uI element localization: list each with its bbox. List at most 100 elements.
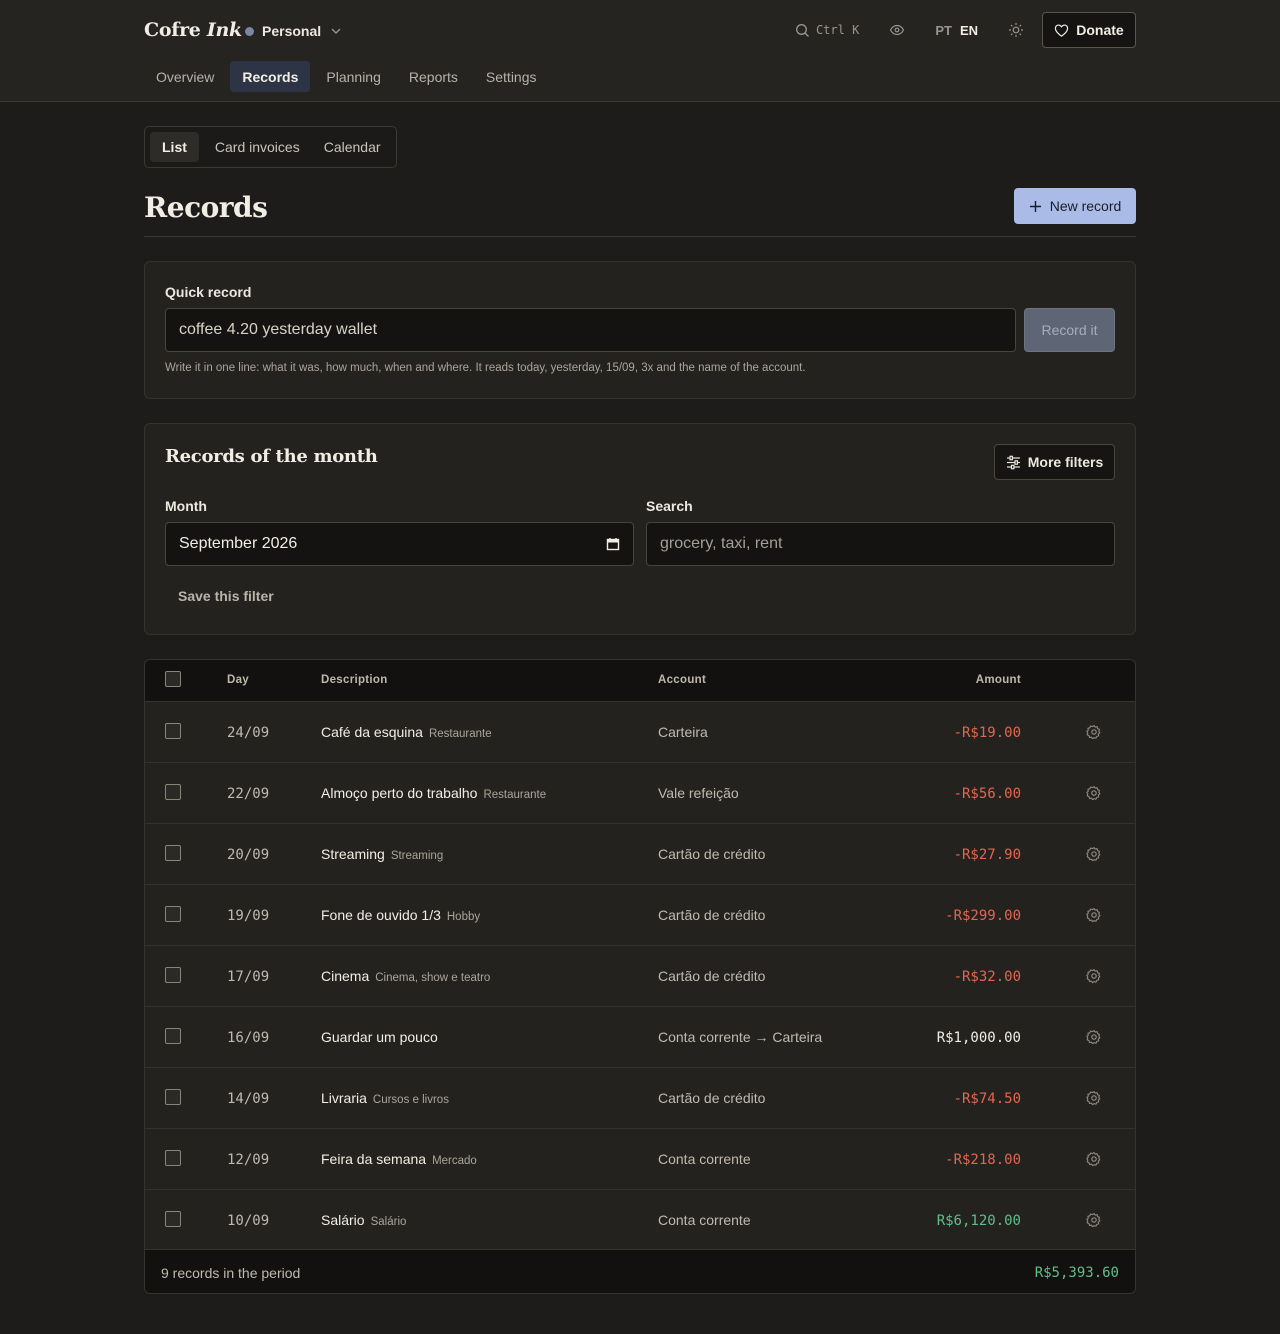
table-row[interactable]: 20/09 Streaming Streaming Cartão de crédito… (145, 823, 1135, 884)
gear-icon[interactable] (1086, 907, 1102, 923)
header-account: Account (658, 674, 707, 686)
gear-icon[interactable] (1086, 1090, 1102, 1106)
nav-settings[interactable]: Settings (474, 61, 549, 92)
table-row[interactable]: 19/09 Fone de ouvido 1/3 Hobby Cartão de cr… (145, 884, 1135, 945)
row-description[interactable]: Salário Salário (321, 1212, 406, 1228)
records-table: Day Description Account Amount 24/09 Café… (144, 659, 1136, 1294)
row-category: Cinema, show e teatro (375, 972, 491, 984)
search-label: Search (646, 498, 693, 514)
gear-icon[interactable] (1086, 1029, 1102, 1045)
calendar-icon (606, 538, 620, 551)
row-amount: -R$218.00 (945, 1152, 1021, 1168)
row-category: Restaurante (483, 789, 547, 801)
tab-card-invoices[interactable]: Card invoices (203, 132, 312, 162)
row-description[interactable]: Livraria Cursos e livros (321, 1090, 449, 1106)
row-checkbox[interactable] (165, 967, 181, 983)
nav-records[interactable]: Records (230, 61, 311, 92)
save-filter-link[interactable]: Save this filter (178, 588, 274, 604)
row-description[interactable]: Cinema Cinema, show e teatro (321, 968, 490, 984)
gear-icon[interactable] (1086, 785, 1102, 801)
table-row[interactable]: 17/09 Cinema Cinema, show e teatro Cartão d… (145, 945, 1135, 1006)
workspace-switcher[interactable]: Personal (245, 20, 343, 42)
gear-icon[interactable] (1086, 724, 1102, 740)
quick-record-label: Quick record (165, 284, 252, 300)
row-description-text: Guardar um pouco (321, 1029, 438, 1045)
eye-icon (890, 24, 905, 36)
table-row[interactable]: 14/09 Livraria Cursos e livros Cartão de cr… (145, 1067, 1135, 1128)
row-account: Conta corrente (658, 1151, 751, 1167)
month-filter-panel: Records of the month More filters Month … (144, 423, 1136, 635)
month-picker[interactable]: September 2026 (165, 522, 634, 566)
select-all-checkbox[interactable] (165, 671, 181, 687)
row-description[interactable]: Feira da semana Mercado (321, 1151, 477, 1167)
row-day: 22/09 (227, 786, 270, 802)
command-palette-button[interactable]: Ctrl K (795, 23, 859, 38)
shortcut-label: Ctrl K (815, 23, 860, 37)
row-checkbox[interactable] (165, 784, 181, 800)
brand-logo[interactable]: Cofre Ink (144, 19, 242, 41)
more-filters-button[interactable]: More filters (994, 444, 1115, 480)
row-description[interactable]: Almoço perto do trabalho Restaurante (321, 785, 546, 801)
table-row[interactable]: 12/09 Feira da semana Mercado Conta corrent… (145, 1128, 1135, 1189)
table-row[interactable]: 10/09 Salário Salário Conta corrente R$6,120… (145, 1189, 1135, 1250)
row-description[interactable]: Streaming Streaming (321, 846, 443, 862)
table-row[interactable]: 24/09 Café da esquina Restaurante Carteira -… (145, 701, 1135, 762)
row-checkbox[interactable] (165, 1211, 181, 1227)
row-checkbox[interactable] (165, 845, 181, 861)
gear-icon[interactable] (1086, 968, 1102, 984)
row-description-text: Feira da semana (321, 1151, 427, 1167)
row-category: Mercado (432, 1155, 477, 1167)
sun-icon (1009, 23, 1023, 37)
app-header: Cofre Ink Personal Ctrl K PT EN Donate O… (0, 0, 1280, 102)
gear-icon[interactable] (1086, 1151, 1102, 1167)
row-description-text: Café da esquina (321, 724, 423, 740)
sliders-icon (1006, 455, 1020, 469)
quick-record-input[interactable]: coffee 4.20 yesterday wallet (165, 308, 1016, 352)
record-count: 9 records in the period (161, 1265, 301, 1281)
row-day: 17/09 (227, 969, 270, 985)
privacy-toggle[interactable] (889, 22, 905, 38)
row-category: Hobby (446, 911, 481, 923)
row-account: Cartão de crédito (658, 846, 766, 862)
row-checkbox[interactable] (165, 1089, 181, 1105)
row-description-text: Streaming (321, 846, 385, 862)
new-record-button[interactable]: New record (1014, 188, 1136, 224)
row-category: Cursos e livros (372, 1094, 449, 1106)
row-day: 10/09 (227, 1213, 270, 1229)
tab-calendar[interactable]: Calendar (312, 132, 393, 162)
row-description[interactable]: Café da esquina Restaurante (321, 724, 492, 740)
theme-toggle[interactable] (1008, 22, 1024, 38)
row-account: Vale refeição (658, 785, 739, 801)
table-row[interactable]: 22/09 Almoço perto do trabalho Restaurante… (145, 762, 1135, 823)
header-day: Day (227, 674, 249, 686)
plus-icon (1029, 200, 1041, 212)
lang-pt[interactable]: PT (935, 23, 952, 38)
page-title: Records (144, 191, 268, 224)
row-amount: R$6,120.00 (936, 1213, 1021, 1229)
row-checkbox[interactable] (165, 906, 181, 922)
nav-planning[interactable]: Planning (314, 61, 393, 92)
donate-button[interactable]: Donate (1042, 12, 1136, 48)
record-it-button[interactable]: Record it (1024, 308, 1115, 352)
row-checkbox[interactable] (165, 1028, 181, 1044)
language-switcher: PT EN (935, 23, 978, 38)
lang-en[interactable]: EN (960, 23, 978, 38)
month-value: September 2026 (179, 535, 298, 552)
row-day: 19/09 (227, 908, 270, 924)
row-checkbox[interactable] (165, 723, 181, 739)
gear-icon[interactable] (1086, 846, 1102, 862)
title-divider (144, 236, 1136, 237)
gear-icon[interactable] (1086, 1212, 1102, 1228)
nav-reports[interactable]: Reports (397, 61, 470, 92)
main-nav: Overview Records Planning Reports Settin… (144, 61, 553, 92)
nav-overview[interactable]: Overview (144, 61, 226, 92)
table-row[interactable]: 16/09 Guardar um pouco Conta corrente → Ca… (145, 1006, 1135, 1067)
row-description[interactable]: Fone de ouvido 1/3 Hobby (321, 907, 480, 923)
row-checkbox[interactable] (165, 1150, 181, 1166)
search-input[interactable]: grocery, taxi, rent (646, 522, 1115, 566)
row-account: Cartão de crédito (658, 1090, 766, 1106)
month-panel-title: Records of the month (165, 446, 378, 467)
row-description-text: Cinema (321, 968, 370, 984)
tab-list[interactable]: List (150, 132, 199, 162)
row-description[interactable]: Guardar um pouco (321, 1029, 438, 1045)
